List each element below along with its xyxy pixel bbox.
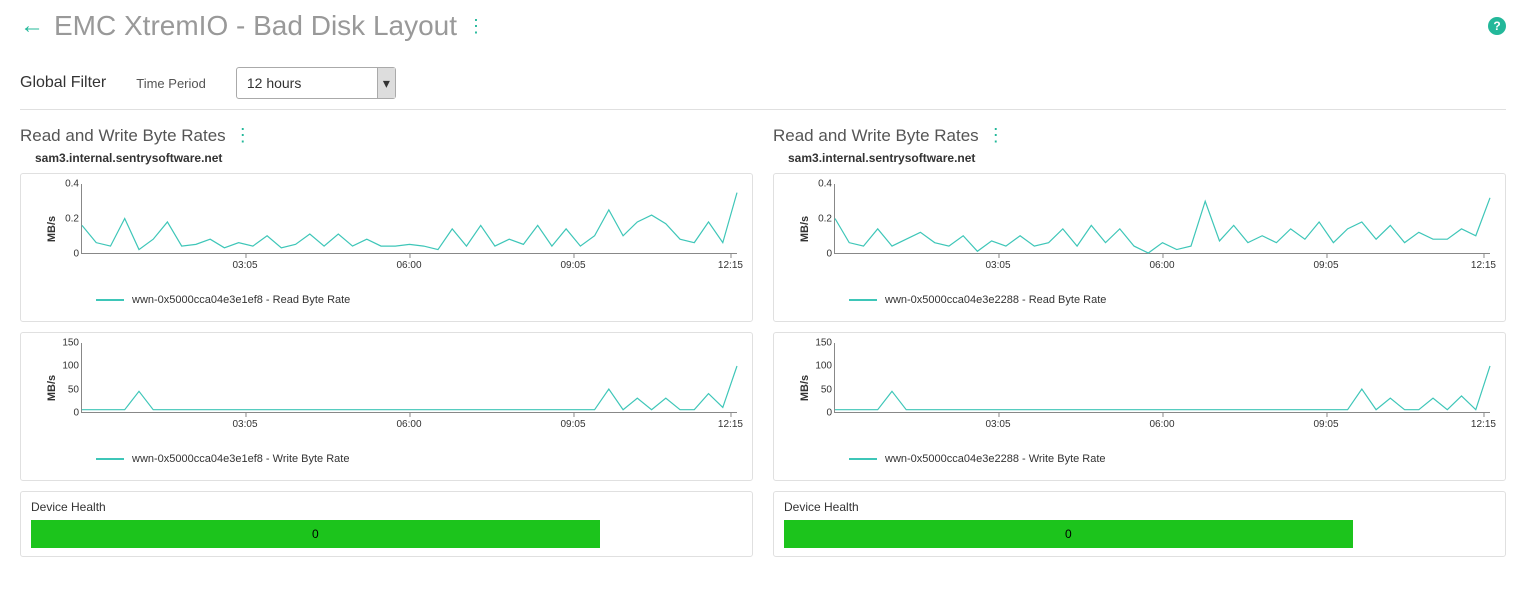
page-title: EMC XtremIO - Bad Disk Layout <box>54 10 457 42</box>
x-tick: 12:15 <box>718 260 743 271</box>
chart-area: MB/s00.20.403:0506:0009:0512:15 <box>834 184 1490 274</box>
device-health-bar: 0 <box>31 520 600 548</box>
panel-title: Read and Write Byte Rates ⋮ <box>773 125 1506 146</box>
help-icon[interactable]: ? <box>1488 17 1506 35</box>
time-period-label: Time Period <box>136 76 206 91</box>
legend-swatch <box>96 299 124 301</box>
title-menu-icon[interactable]: ⋮ <box>467 16 483 37</box>
chart-plot[interactable] <box>834 184 1490 254</box>
device-health-bar-wrap: 0 <box>31 520 742 548</box>
global-filter-bar: Global Filter Time Period 12 hours ▾ <box>20 57 1506 110</box>
y-tick: 0 <box>51 249 79 260</box>
y-tick: 0.4 <box>804 179 832 190</box>
back-arrow-icon[interactable]: ← <box>20 12 44 40</box>
chart-area: MB/s05010015003:0506:0009:0512:15 <box>834 343 1490 433</box>
x-tick: 09:05 <box>1313 419 1338 430</box>
y-axis-ticks: 00.20.4 <box>51 184 79 254</box>
chart-area: MB/s00.20.403:0506:0009:0512:15 <box>81 184 737 274</box>
device-health-bar: 0 <box>784 520 1353 548</box>
legend-text: wwn-0x5000cca04e3e2288 - Write Byte Rate <box>885 453 1106 465</box>
device-health-box: Device Health 0 <box>773 491 1506 557</box>
legend-swatch <box>849 299 877 301</box>
device-health-label: Device Health <box>31 500 742 514</box>
x-axis-ticks: 03:0506:0009:0512:15 <box>81 417 737 433</box>
x-tick: 03:05 <box>985 419 1010 430</box>
x-tick: 03:05 <box>985 260 1010 271</box>
y-tick: 50 <box>804 384 832 395</box>
header-left: ← EMC XtremIO - Bad Disk Layout ⋮ <box>20 10 483 42</box>
y-tick: 100 <box>51 361 79 372</box>
chart-area: MB/s05010015003:0506:0009:0512:15 <box>81 343 737 433</box>
chart-legend: wwn-0x5000cca04e3e2288 - Read Byte Rate <box>849 294 1490 306</box>
y-axis-ticks: 00.20.4 <box>804 184 832 254</box>
device-health-box: Device Health 0 <box>20 491 753 557</box>
chart-legend: wwn-0x5000cca04e3e1ef8 - Write Byte Rate <box>96 453 737 465</box>
chart-box: MB/s05010015003:0506:0009:0512:15wwn-0x5… <box>773 332 1506 481</box>
chart-box: MB/s00.20.403:0506:0009:0512:15wwn-0x500… <box>773 173 1506 322</box>
device-health-label: Device Health <box>784 500 1495 514</box>
y-tick: 100 <box>804 361 832 372</box>
chart-box: MB/s00.20.403:0506:0009:0512:15wwn-0x500… <box>20 173 753 322</box>
x-tick: 06:00 <box>396 419 421 430</box>
x-tick: 06:00 <box>396 260 421 271</box>
x-tick: 09:05 <box>1313 260 1338 271</box>
y-tick: 150 <box>51 338 79 349</box>
x-tick: 12:15 <box>1471 419 1496 430</box>
x-tick: 06:00 <box>1149 260 1174 271</box>
y-axis-ticks: 050100150 <box>804 343 832 413</box>
time-period-select[interactable]: 12 hours ▾ <box>236 67 396 99</box>
legend-swatch <box>96 458 124 460</box>
chart-legend: wwn-0x5000cca04e3e2288 - Write Byte Rate <box>849 453 1490 465</box>
y-tick: 0.2 <box>804 214 832 225</box>
panel-title-text: Read and Write Byte Rates <box>20 126 226 146</box>
panel-subtitle: sam3.internal.sentrysoftware.net <box>773 151 1506 165</box>
legend-swatch <box>849 458 877 460</box>
x-tick: 12:15 <box>1471 260 1496 271</box>
legend-text: wwn-0x5000cca04e3e2288 - Read Byte Rate <box>885 294 1106 306</box>
x-tick: 06:00 <box>1149 419 1174 430</box>
page-header: ← EMC XtremIO - Bad Disk Layout ⋮ ? <box>20 10 1506 42</box>
legend-text: wwn-0x5000cca04e3e1ef8 - Write Byte Rate <box>132 453 349 465</box>
y-tick: 0.2 <box>51 214 79 225</box>
chart-plot[interactable] <box>81 184 737 254</box>
chart-legend: wwn-0x5000cca04e3e1ef8 - Read Byte Rate <box>96 294 737 306</box>
y-tick: 0 <box>804 408 832 419</box>
panel: Read and Write Byte Rates ⋮ sam3.internal.… <box>773 125 1506 557</box>
panel: Read and Write Byte Rates ⋮ sam3.internal.… <box>20 125 753 557</box>
x-tick: 12:15 <box>718 419 743 430</box>
y-tick: 50 <box>51 384 79 395</box>
x-axis-ticks: 03:0506:0009:0512:15 <box>81 258 737 274</box>
x-tick: 09:05 <box>560 419 585 430</box>
chart-box: MB/s05010015003:0506:0009:0512:15wwn-0x5… <box>20 332 753 481</box>
legend-text: wwn-0x5000cca04e3e1ef8 - Read Byte Rate <box>132 294 350 306</box>
panels-container: Read and Write Byte Rates ⋮ sam3.internal.… <box>20 125 1506 557</box>
panel-menu-icon[interactable]: ⋮ <box>987 125 1003 146</box>
panel-menu-icon[interactable]: ⋮ <box>234 125 250 146</box>
panel-title: Read and Write Byte Rates ⋮ <box>20 125 753 146</box>
global-filter-label: Global Filter <box>20 74 106 92</box>
x-axis-ticks: 03:0506:0009:0512:15 <box>834 258 1490 274</box>
y-tick: 0.4 <box>51 179 79 190</box>
x-axis-ticks: 03:0506:0009:0512:15 <box>834 417 1490 433</box>
device-health-bar-wrap: 0 <box>784 520 1495 548</box>
chevron-down-icon: ▾ <box>377 68 395 98</box>
x-tick: 03:05 <box>232 260 257 271</box>
x-tick: 03:05 <box>232 419 257 430</box>
chart-plot[interactable] <box>81 343 737 413</box>
chart-plot[interactable] <box>834 343 1490 413</box>
panel-subtitle: sam3.internal.sentrysoftware.net <box>20 151 753 165</box>
y-axis-ticks: 050100150 <box>51 343 79 413</box>
x-tick: 09:05 <box>560 260 585 271</box>
panel-title-text: Read and Write Byte Rates <box>773 126 979 146</box>
y-tick: 150 <box>804 338 832 349</box>
time-period-value: 12 hours <box>247 75 301 91</box>
y-tick: 0 <box>804 249 832 260</box>
y-tick: 0 <box>51 408 79 419</box>
